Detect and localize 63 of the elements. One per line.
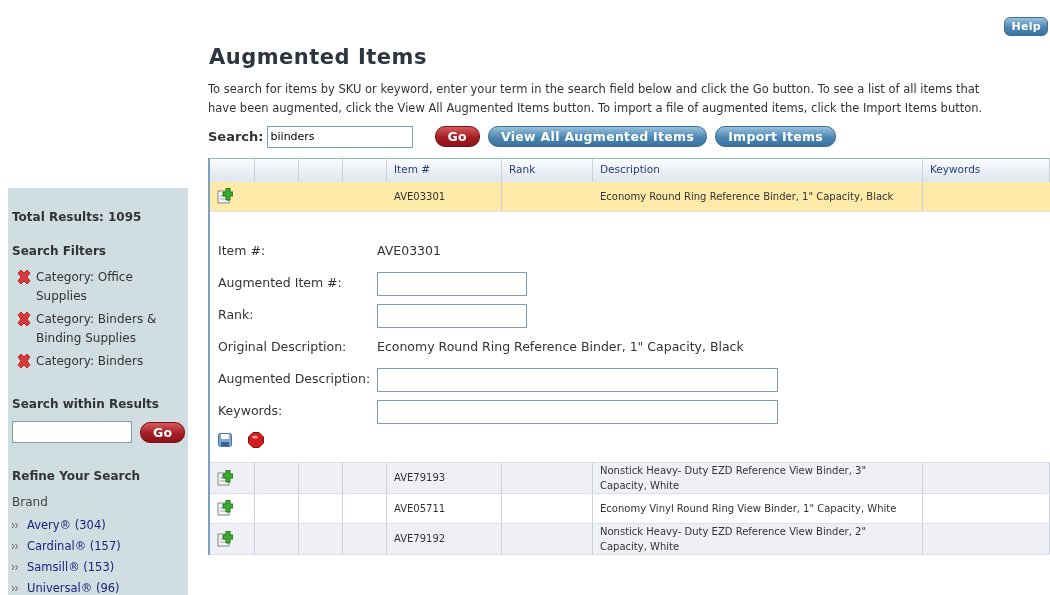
input-field[interactable]: [377, 271, 527, 296]
input-field[interactable]: [377, 367, 778, 392]
field-label: Augmented Item #:: [218, 274, 343, 293]
search-label: Search:: [208, 127, 264, 146]
chevron-icon: [12, 522, 19, 529]
remove-icon[interactable]: [16, 270, 32, 284]
brand-link[interactable]: Cardinal® (157): [27, 537, 121, 556]
field-label: Item #:: [218, 242, 267, 261]
column-header[interactable]: Rank: [502, 158, 593, 182]
table-cell-text: AVE03301: [394, 189, 446, 204]
table-cell-text: AVE79193: [394, 471, 446, 485]
brand-link[interactable]: Samsill® (153): [27, 558, 115, 577]
action-button[interactable]: Import Items: [715, 126, 836, 147]
chevron-icon: [12, 564, 19, 571]
filter-label: Category: Office Supplies: [36, 269, 134, 305]
table-cell-text: Economy Round Ring Reference Binder, 1" Capacity, Black: [600, 189, 894, 204]
filter-label: Category: Binders & Binding Supplies: [36, 311, 158, 347]
table-cell-text: AVE05711: [394, 501, 446, 516]
field-label: Keywords:: [218, 402, 284, 421]
table-row[interactable]: AVE79192 Nonstick Heavy- Duty EZD Reference View Binder, 2" Capacity, White: [210, 523, 1050, 555]
filter-label: Category: Binders: [36, 353, 144, 370]
column-header[interactable]: Description: [593, 158, 923, 182]
help-button[interactable]: Help: [1004, 17, 1048, 36]
add-icon[interactable]: [217, 188, 233, 204]
section-heading: Search within Results: [12, 396, 160, 413]
add-icon[interactable]: [217, 469, 233, 486]
field-value: Economy Round Ring Reference Binder, 1" Capacity, Black: [377, 338, 744, 357]
go-button[interactable]: Go: [434, 126, 480, 147]
table-row[interactable]: AVE03301 Economy Round Ring Reference Binder, 1" Capacity, Black: [210, 181, 1050, 212]
field-label: Rank:: [218, 306, 255, 325]
facet-label: Brand: [12, 494, 49, 511]
instructions-text: To search for items by SKU or keyword, enter your term in the search field below and click the Go button. To see a list of all items that have been augmented, click the View All Augmented Items button. To import a file of augmented items, click the Import Items button.: [208, 80, 984, 117]
stop-icon[interactable]: [248, 431, 264, 448]
table-cell-text: Nonstick Heavy- Duty EZD Reference View Binder, 3" Capacity, White: [600, 463, 867, 493]
remove-icon[interactable]: [16, 312, 32, 326]
field-label: Original Description:: [218, 338, 348, 357]
go-button[interactable]: Go: [140, 421, 186, 443]
brand-link[interactable]: Universal® (96): [27, 579, 120, 595]
table-row[interactable]: AVE05711 Economy Vinyl Round Ring View Binder, 1" Capacity, White: [210, 493, 1050, 524]
table-cell-text: Economy Vinyl Round Ring View Binder, 1" Capacity, White: [600, 501, 897, 516]
column-header[interactable]: Item #: [387, 158, 502, 182]
input-field[interactable]: [377, 303, 527, 328]
field-value: AVE03301: [377, 242, 441, 261]
table-cell-text: Nonstick Heavy- Duty EZD Reference View Binder, 2" Capacity, White: [600, 524, 867, 554]
section-heading: Search Filters: [12, 243, 107, 260]
remove-icon[interactable]: [16, 354, 32, 368]
save-icon[interactable]: [218, 432, 232, 447]
add-icon[interactable]: [217, 530, 233, 547]
input-field[interactable]: [377, 399, 778, 424]
brand-link[interactable]: Avery® (304): [27, 516, 106, 535]
field-label: Augmented Description:: [218, 370, 372, 389]
action-button[interactable]: View All Augmented Items: [488, 126, 708, 147]
column-header[interactable]: Keywords: [923, 158, 1050, 182]
total-results: Total Results: 1095: [12, 209, 143, 226]
add-icon[interactable]: [217, 500, 233, 516]
page-title: Augmented Items: [209, 44, 428, 71]
section-heading: Refine Your Search: [12, 468, 142, 485]
chevron-icon: [12, 543, 19, 550]
search-field[interactable]: biinders: [266, 125, 413, 148]
table-row[interactable]: AVE79193 Nonstick Heavy- Duty EZD Reference View Binder, 3" Capacity, White: [210, 462, 1050, 494]
search-field[interactable]: [12, 421, 132, 443]
table-cell-text: AVE79192: [394, 532, 446, 546]
chevron-icon: [12, 585, 19, 592]
